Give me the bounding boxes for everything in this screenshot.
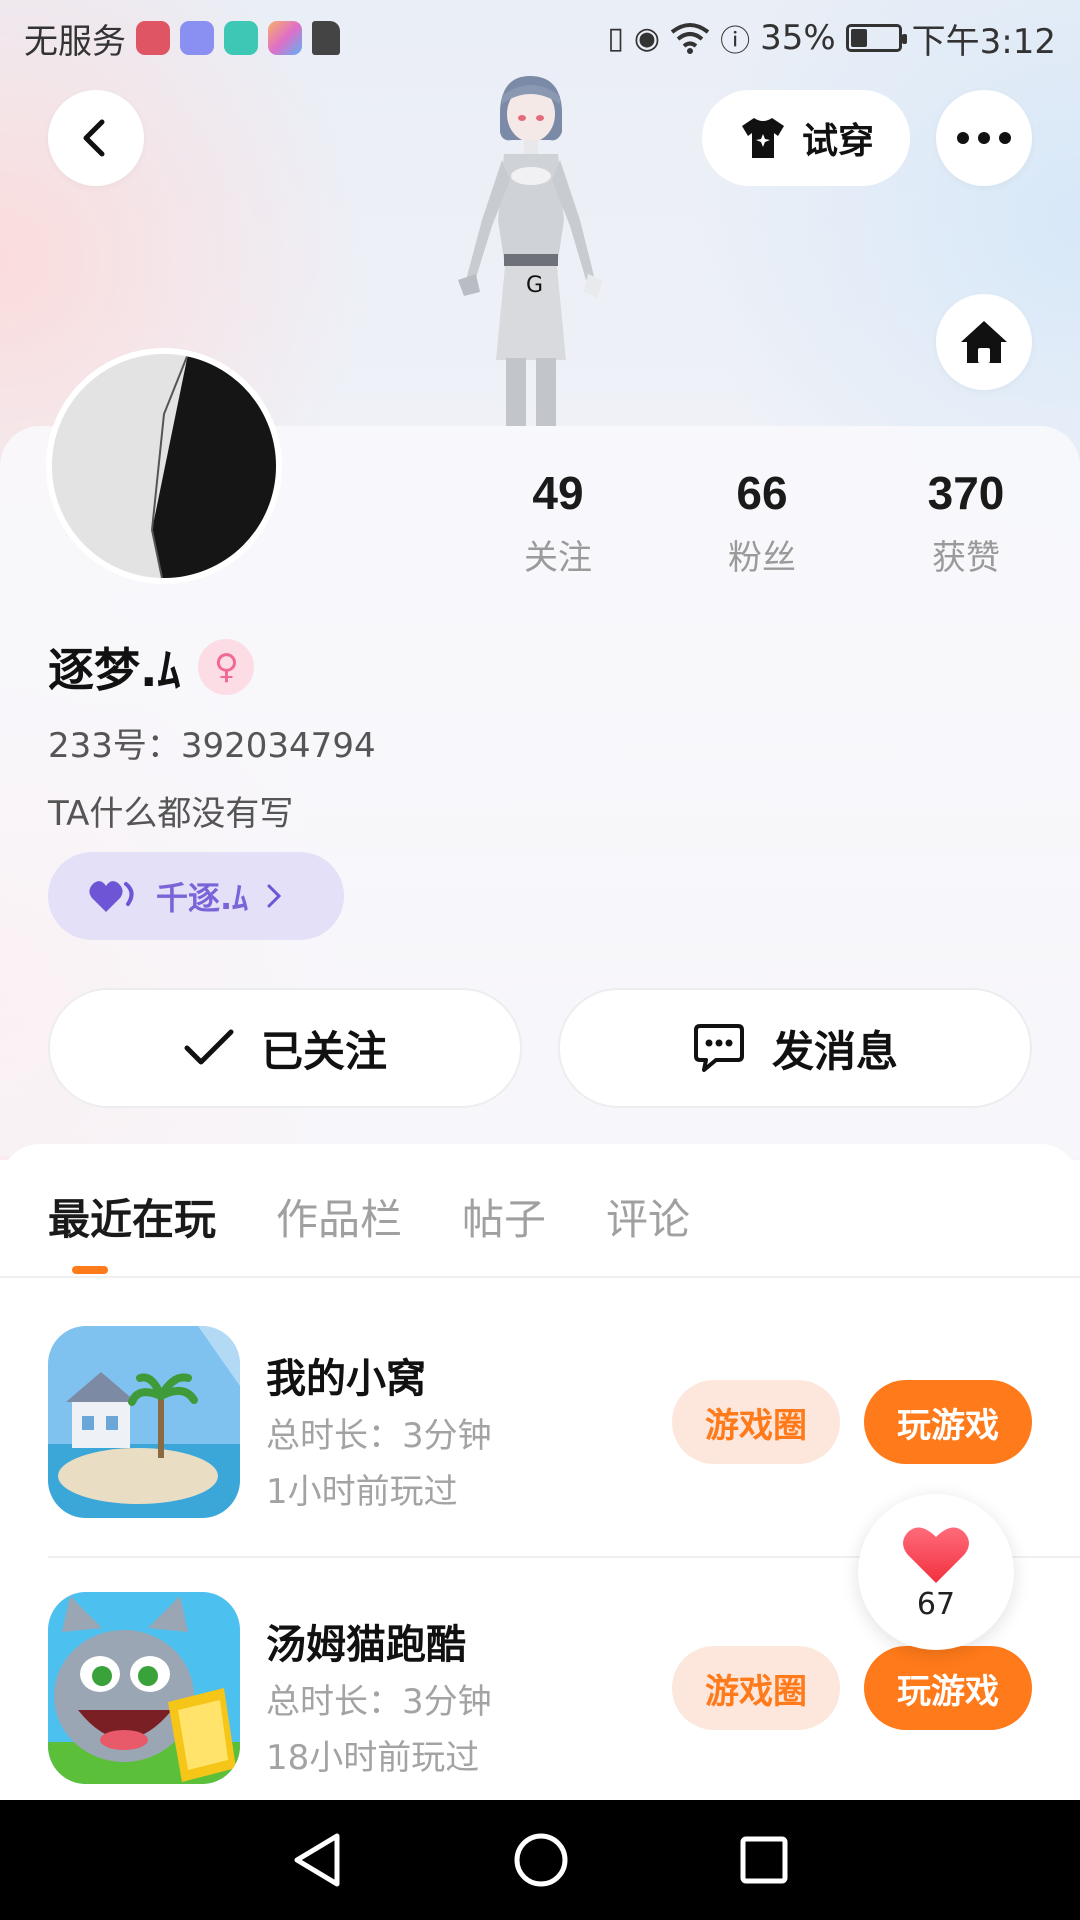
game-title: 汤姆猫跑酷 bbox=[266, 1622, 466, 1668]
bio: TA什么都没有写 bbox=[48, 794, 294, 834]
avatar-image bbox=[52, 354, 276, 578]
send-message-button[interactable]: 发消息 bbox=[558, 988, 1032, 1108]
nav-back-icon[interactable] bbox=[291, 1832, 343, 1888]
chevron-right-icon bbox=[267, 884, 282, 908]
tab-comments[interactable]: 评论 bbox=[606, 1186, 690, 1247]
game-circle-button[interactable]: 游戏圈 bbox=[672, 1380, 840, 1464]
like-button[interactable]: 67 bbox=[858, 1494, 1014, 1650]
battery-percent: 35% bbox=[760, 18, 836, 58]
stat-following[interactable]: 49 关注 bbox=[478, 466, 638, 579]
heart-icon bbox=[903, 1527, 969, 1583]
theme-app-icon bbox=[268, 21, 302, 55]
game-circle-button[interactable]: 游戏圈 bbox=[672, 1646, 840, 1730]
cp-relationship-tag[interactable]: 千逐.ﾑ bbox=[48, 852, 344, 940]
back-button[interactable] bbox=[48, 90, 144, 186]
svg-text:G: G bbox=[526, 273, 543, 298]
huawei-app-icon bbox=[136, 21, 170, 55]
carrier-text: 无服务 bbox=[24, 21, 126, 62]
game-duration: 总时长：3分钟 bbox=[266, 1416, 492, 1456]
chat-bubble-icon bbox=[693, 1024, 744, 1072]
alert-icon: ⓘ bbox=[720, 24, 751, 59]
more-dots-icon bbox=[957, 132, 1011, 144]
list-item[interactable]: 我的小窝 总时长：3分钟 1小时前玩过 游戏圈 玩游戏 bbox=[48, 1326, 1032, 1520]
more-button[interactable] bbox=[936, 90, 1032, 186]
eye-icon: ◉ bbox=[633, 20, 661, 56]
active-tab-indicator bbox=[72, 1266, 108, 1274]
phone-app-icon bbox=[224, 21, 258, 55]
heart-pair-icon bbox=[89, 881, 134, 912]
home-icon bbox=[961, 321, 1007, 363]
tabs-divider bbox=[0, 1276, 1080, 1278]
following-label: 关注 bbox=[524, 538, 592, 578]
likes-count: 370 bbox=[927, 467, 1005, 519]
home-button[interactable] bbox=[936, 294, 1032, 390]
tshirt-icon bbox=[741, 118, 784, 158]
play-game-button[interactable]: 玩游戏 bbox=[864, 1646, 1032, 1730]
game-last-played: 18小时前玩过 bbox=[266, 1738, 480, 1778]
sd-card-icon bbox=[312, 21, 340, 55]
send-message-label: 发消息 bbox=[771, 1026, 898, 1076]
vibrate-icon: ▯ bbox=[607, 20, 624, 56]
try-on-label: 试穿 bbox=[801, 121, 874, 162]
check-icon bbox=[184, 1029, 234, 1065]
followed-label: 已关注 bbox=[260, 1026, 387, 1076]
username: 逐梦.ﾑ bbox=[48, 643, 181, 697]
female-icon: ♀ bbox=[198, 639, 255, 695]
cp-name: 千逐.ﾑ bbox=[156, 879, 249, 917]
followed-button[interactable]: 已关注 bbox=[48, 988, 522, 1108]
tab-works[interactable]: 作品栏 bbox=[276, 1186, 402, 1247]
tab-recently-played[interactable]: 最近在玩 bbox=[48, 1186, 216, 1247]
music-app-icon bbox=[180, 21, 214, 55]
followers-label: 粉丝 bbox=[728, 538, 796, 578]
back-arrow-icon bbox=[83, 119, 105, 157]
user-id[interactable]: 233号：392034794 bbox=[48, 718, 376, 767]
followers-count: 66 bbox=[736, 467, 788, 519]
nav-home-icon[interactable] bbox=[513, 1832, 569, 1888]
username-row: 逐梦.ﾑ ♀ bbox=[48, 634, 255, 700]
game-icon-my-nest[interactable] bbox=[48, 1326, 240, 1518]
tab-bar: 最近在玩 作品栏 帖子 评论 bbox=[48, 1186, 690, 1247]
nav-recents-icon[interactable] bbox=[739, 1835, 789, 1885]
tab-posts[interactable]: 帖子 bbox=[462, 1186, 546, 1247]
clock: 下午3:12 bbox=[911, 21, 1056, 62]
game-icon-tom-cat-runner[interactable] bbox=[48, 1592, 240, 1784]
status-bar: 无服务 ▯ ◉ ⓘ 35% 下午3:12 bbox=[0, 0, 1080, 76]
try-on-button[interactable]: 试穿 bbox=[702, 90, 910, 186]
battery-icon bbox=[845, 24, 907, 52]
game-last-played: 1小时前玩过 bbox=[266, 1472, 458, 1512]
game-title: 我的小窝 bbox=[266, 1356, 426, 1402]
wifi-icon bbox=[670, 23, 710, 54]
game-duration: 总时长：3分钟 bbox=[266, 1682, 492, 1722]
following-count: 49 bbox=[532, 467, 584, 519]
system-nav-bar bbox=[0, 1800, 1080, 1920]
stat-followers[interactable]: 66 粉丝 bbox=[682, 466, 842, 579]
avatar[interactable] bbox=[46, 348, 282, 584]
like-count: 67 bbox=[916, 1586, 956, 1622]
stat-likes[interactable]: 370 获赞 bbox=[886, 466, 1046, 579]
avatar-3d-figure[interactable]: G bbox=[430, 70, 630, 426]
likes-label: 获赞 bbox=[932, 538, 1000, 578]
play-game-button[interactable]: 玩游戏 bbox=[864, 1380, 1032, 1464]
